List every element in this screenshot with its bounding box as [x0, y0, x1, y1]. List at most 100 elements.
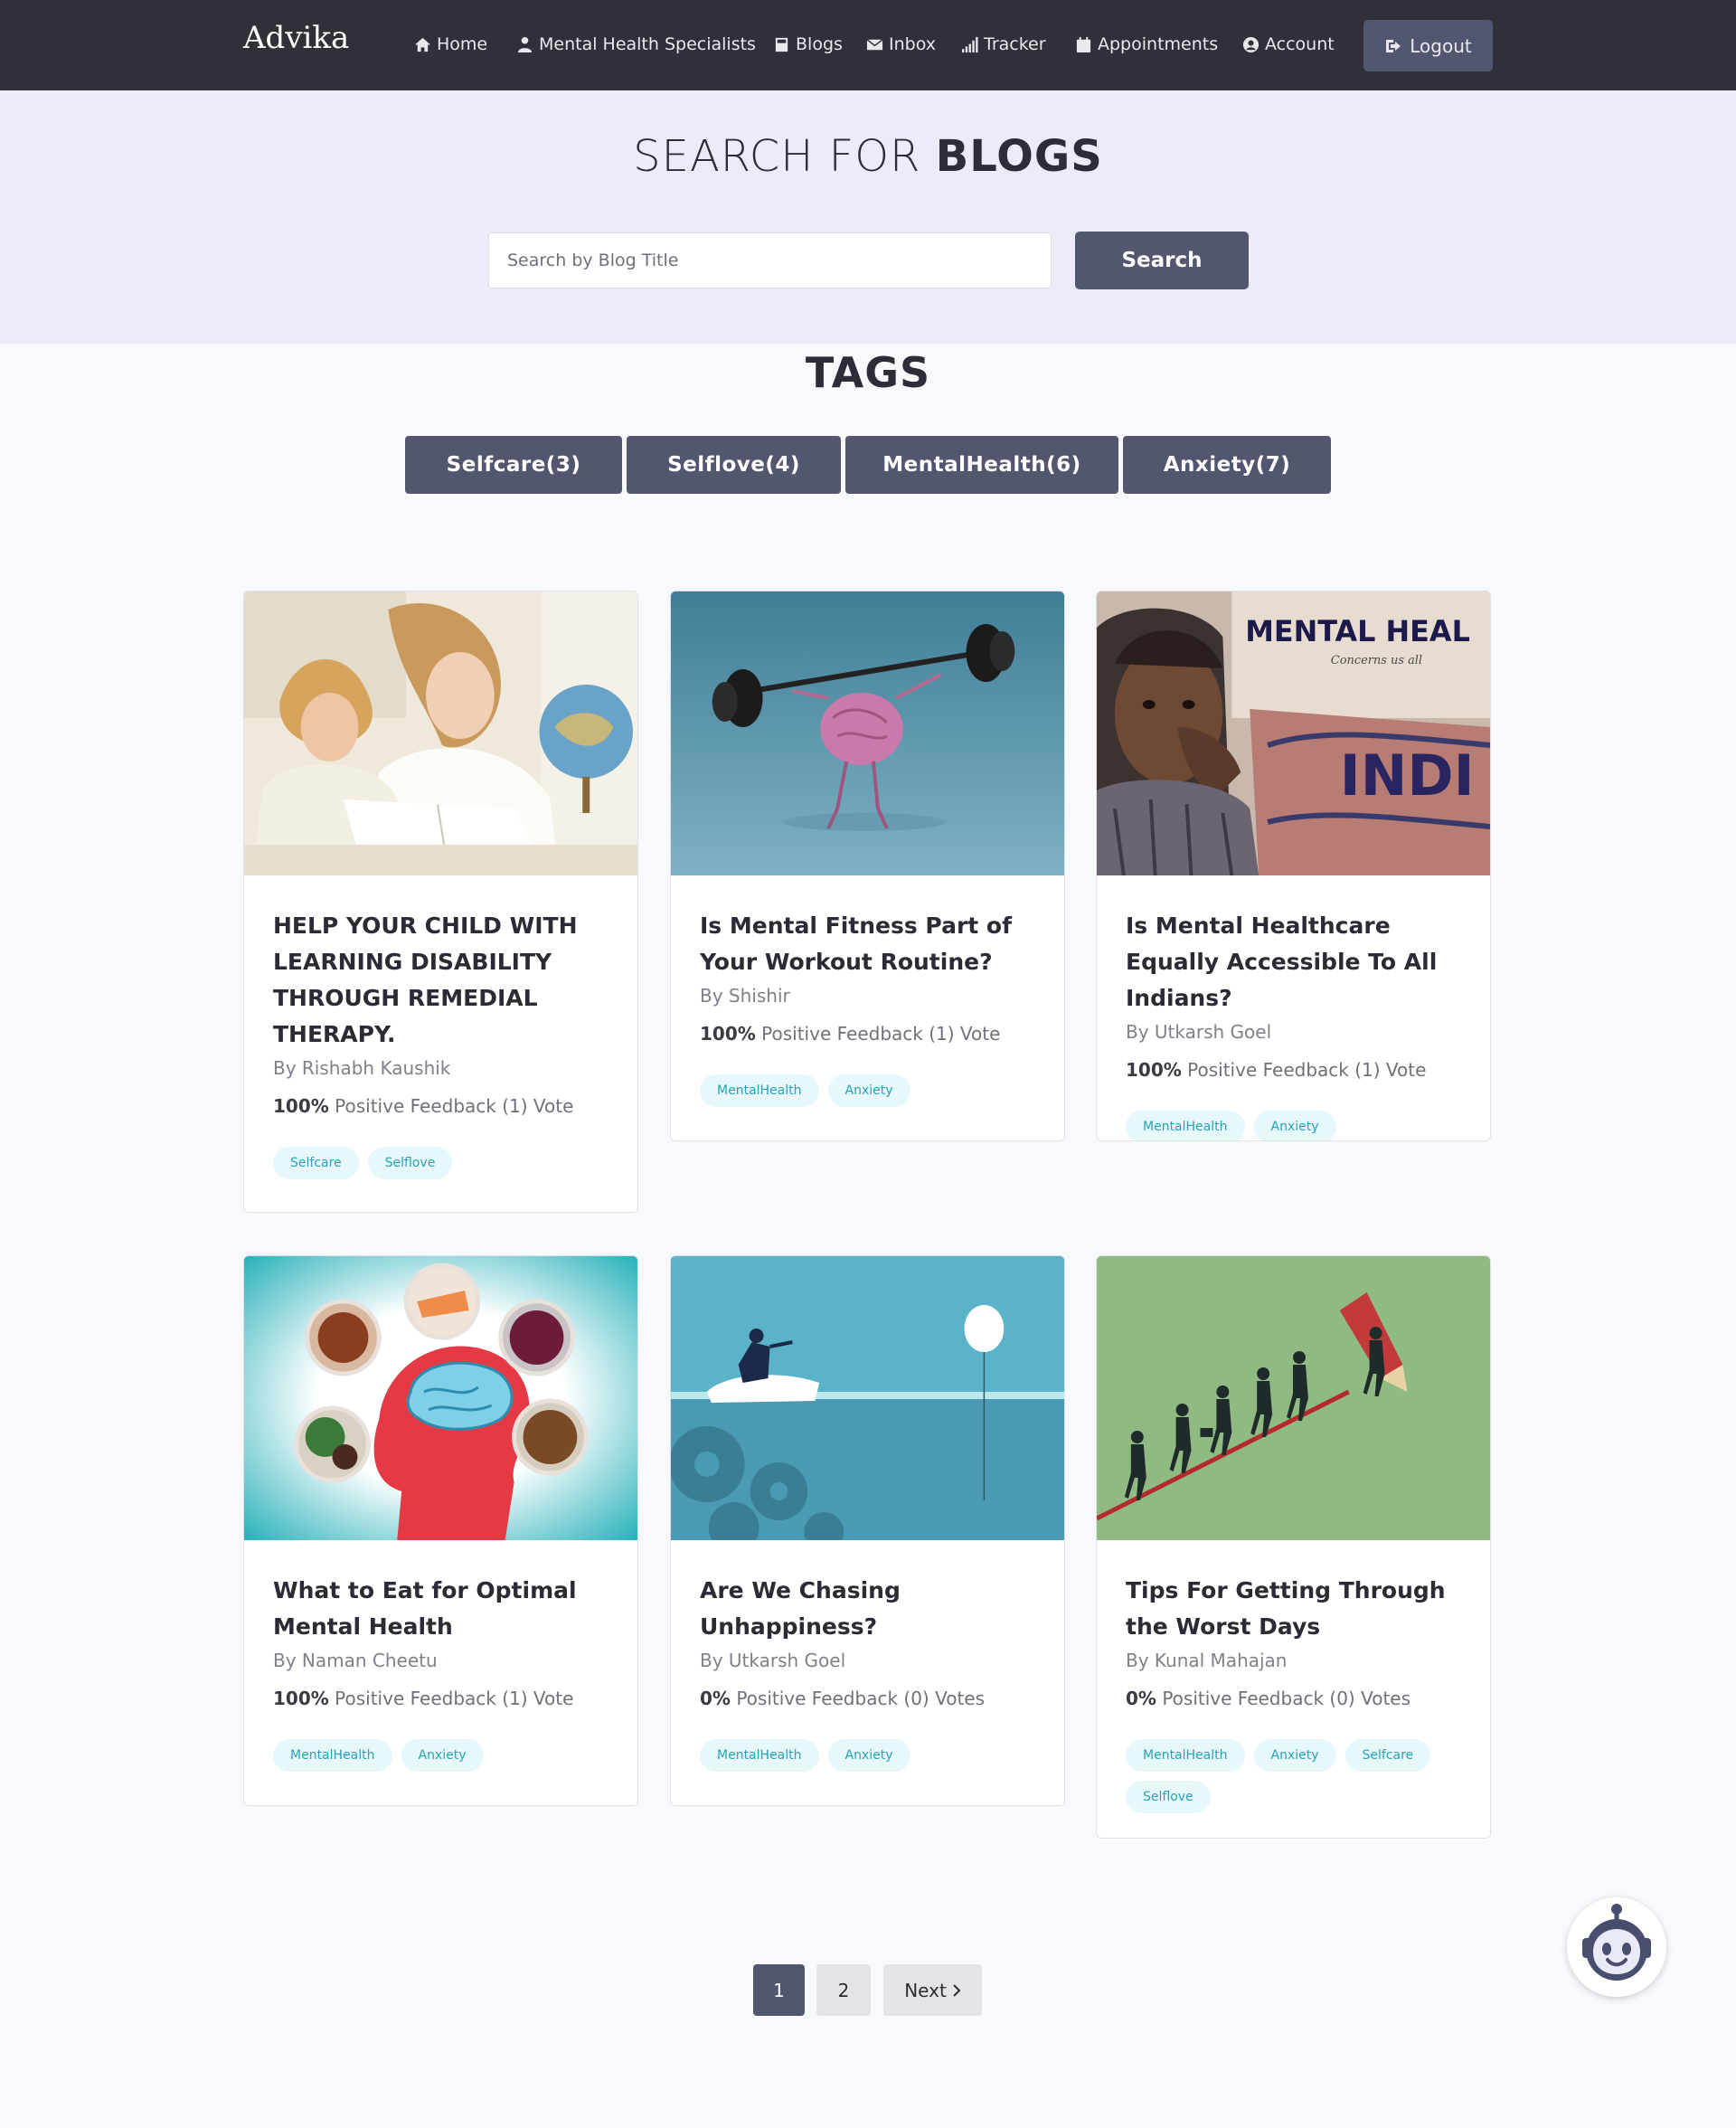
search-input[interactable]	[488, 232, 1052, 288]
logout-button[interactable]: Logout	[1363, 20, 1493, 71]
next-page-label: Next	[904, 1979, 947, 2001]
blog-tag[interactable]: MentalHealth	[1126, 1111, 1245, 1140]
signal-icon	[961, 36, 978, 52]
nav-tracker-label: Tracker	[984, 34, 1046, 54]
chevron-right-icon	[953, 1983, 961, 1997]
blog-card[interactable]: MENTAL HEAL Concerns us all INDI Is Ment…	[1096, 591, 1491, 1141]
blog-tag[interactable]: MentalHealth	[273, 1739, 392, 1772]
search-button[interactable]: Search	[1075, 232, 1249, 289]
blog-feedback: 100% Positive Feedback (1) Vote	[1126, 1056, 1461, 1083]
blog-feedback: 100% Positive Feedback (1) Vote	[700, 1020, 1035, 1047]
blog-tag[interactable]: Selfcare	[273, 1147, 359, 1179]
feedback-percent: 0%	[1126, 1688, 1156, 1709]
nav-tracker[interactable]: Tracker	[961, 31, 1046, 58]
tag-button-selflove[interactable]: Selflove(4)	[627, 436, 841, 494]
people-climbing-pencil-image	[1097, 1256, 1490, 1540]
tags-heading: TAGS	[805, 348, 931, 397]
nav-account[interactable]: Account	[1242, 31, 1335, 58]
nav-specialists-label: Mental Health Specialists	[539, 34, 756, 54]
blog-card[interactable]: Is Mental Fitness Part of Your Workout R…	[670, 591, 1065, 1141]
blog-author: By Utkarsh Goel	[700, 1650, 846, 1671]
feedback-percent: 100%	[273, 1095, 329, 1117]
nav-inbox[interactable]: Inbox	[866, 31, 936, 58]
blog-author: By Shishir	[700, 985, 790, 1007]
blog-feedback: 100% Positive Feedback (1) Vote	[273, 1092, 609, 1120]
envelope-icon	[866, 38, 883, 50]
nav-home-label: Home	[437, 34, 488, 54]
blog-tag[interactable]: MentalHealth	[700, 1739, 819, 1772]
woman-reading-with-child-image	[244, 591, 637, 875]
blog-feedback: 100% Positive Feedback (1) Vote	[273, 1685, 609, 1712]
blog-author: By Kunal Mahajan	[1126, 1650, 1288, 1671]
image-text-india: INDI	[1340, 743, 1475, 809]
blog-tag[interactable]: Selflove	[1126, 1781, 1211, 1813]
blog-title[interactable]: Is Mental Healthcare Equally Accessible …	[1126, 908, 1461, 1017]
blog-card[interactable]: HELP YOUR CHILD WITH LEARNING DISABILITY…	[243, 591, 638, 1213]
feedback-text: Positive Feedback (1) Vote	[1187, 1059, 1427, 1081]
logout-label: Logout	[1410, 34, 1472, 57]
nav-account-label: Account	[1265, 34, 1335, 54]
feedback-percent: 0%	[700, 1688, 731, 1709]
user-md-icon	[517, 36, 533, 52]
blog-tag[interactable]: Selflove	[367, 1147, 453, 1179]
blog-feedback: 0% Positive Feedback (0) Votes	[700, 1685, 1035, 1712]
search-hero	[0, 90, 1736, 344]
blog-tag[interactable]: MentalHealth	[1126, 1739, 1245, 1772]
blog-tag[interactable]: Anxiety	[1253, 1111, 1336, 1140]
tag-button-mentalhealth[interactable]: MentalHealth(6)	[845, 436, 1118, 494]
jetski-balloon-gears-image	[671, 1256, 1064, 1540]
blog-author: By Rishabh Kaushik	[273, 1057, 451, 1079]
blog-title[interactable]: Is Mental Fitness Part of Your Workout R…	[700, 908, 1035, 980]
blog-tag[interactable]: Anxiety	[1253, 1739, 1336, 1772]
feedback-text: Positive Feedback (0) Votes	[1162, 1688, 1411, 1709]
blog-tag[interactable]: Selfcare	[1344, 1739, 1431, 1772]
feedback-text: Positive Feedback (0) Votes	[736, 1688, 986, 1709]
blog-tag[interactable]: Anxiety	[827, 1074, 910, 1107]
blog-tag[interactable]: Anxiety	[401, 1739, 484, 1772]
feedback-percent: 100%	[700, 1023, 756, 1045]
nav-blogs-label: Blogs	[796, 34, 843, 54]
blog-card[interactable]: Are We Chasing Unhappiness? By Utkarsh G…	[670, 1255, 1065, 1806]
robot-icon	[1582, 1904, 1651, 1981]
blog-title[interactable]: HELP YOUR CHILD WITH LEARNING DISABILITY…	[273, 908, 609, 1053]
brand-logo[interactable]: Advika	[243, 20, 349, 56]
nav-specialists[interactable]: Mental Health Specialists	[516, 31, 756, 58]
book-icon	[775, 37, 788, 52]
page-button-1[interactable]: 1	[753, 1964, 805, 2016]
tag-button-selfcare[interactable]: Selfcare(3)	[405, 436, 622, 494]
image-text-concerns: Concerns us all	[1331, 654, 1422, 667]
feedback-text: Positive Feedback (1) Vote	[335, 1688, 574, 1709]
home-icon	[414, 37, 431, 52]
brain-lifting-barbell-image	[671, 591, 1064, 875]
chatbot-button[interactable]	[1567, 1897, 1666, 1997]
nav-inbox-label: Inbox	[889, 34, 936, 54]
page-title-bold: BLOGS	[935, 131, 1103, 182]
page-button-2[interactable]: 2	[816, 1964, 871, 2016]
nav-home[interactable]: Home	[414, 31, 487, 58]
blog-card[interactable]: Tips For Getting Through the Worst Days …	[1096, 1255, 1491, 1839]
next-page-button[interactable]: Next	[883, 1964, 982, 2016]
feedback-text: Positive Feedback (1) Vote	[335, 1095, 574, 1117]
blog-card[interactable]: What to Eat for Optimal Mental Health By…	[243, 1255, 638, 1806]
brain-food-image	[244, 1256, 637, 1540]
blog-author: By Naman Cheetu	[273, 1650, 438, 1671]
blog-title[interactable]: What to Eat for Optimal Mental Health	[273, 1573, 609, 1645]
user-circle-icon	[1242, 36, 1260, 52]
navbar: Advika Home Mental Health Specialists Bl…	[0, 0, 1736, 90]
blog-tag[interactable]: Anxiety	[827, 1739, 910, 1772]
nav-blogs[interactable]: Blogs	[773, 31, 843, 58]
nav-appointments[interactable]: Appointments	[1075, 31, 1218, 58]
blog-feedback: 0% Positive Feedback (0) Votes	[1126, 1685, 1461, 1712]
page-title: SEARCH FOR BLOGS	[0, 131, 1736, 182]
blog-title[interactable]: Tips For Getting Through the Worst Days	[1126, 1573, 1461, 1645]
boy-mental-health-india-image: MENTAL HEAL Concerns us all INDI	[1097, 591, 1490, 875]
page-title-thin: SEARCH FOR	[633, 131, 936, 182]
blog-tag[interactable]: MentalHealth	[700, 1074, 819, 1107]
tag-button-anxiety[interactable]: Anxiety(7)	[1123, 436, 1331, 494]
feedback-percent: 100%	[1126, 1059, 1182, 1081]
feedback-text: Positive Feedback (1) Vote	[761, 1023, 1001, 1045]
nav-appointments-label: Appointments	[1098, 34, 1219, 54]
calendar-icon	[1076, 36, 1091, 52]
blog-title[interactable]: Are We Chasing Unhappiness?	[700, 1573, 1035, 1645]
feedback-percent: 100%	[273, 1688, 329, 1709]
